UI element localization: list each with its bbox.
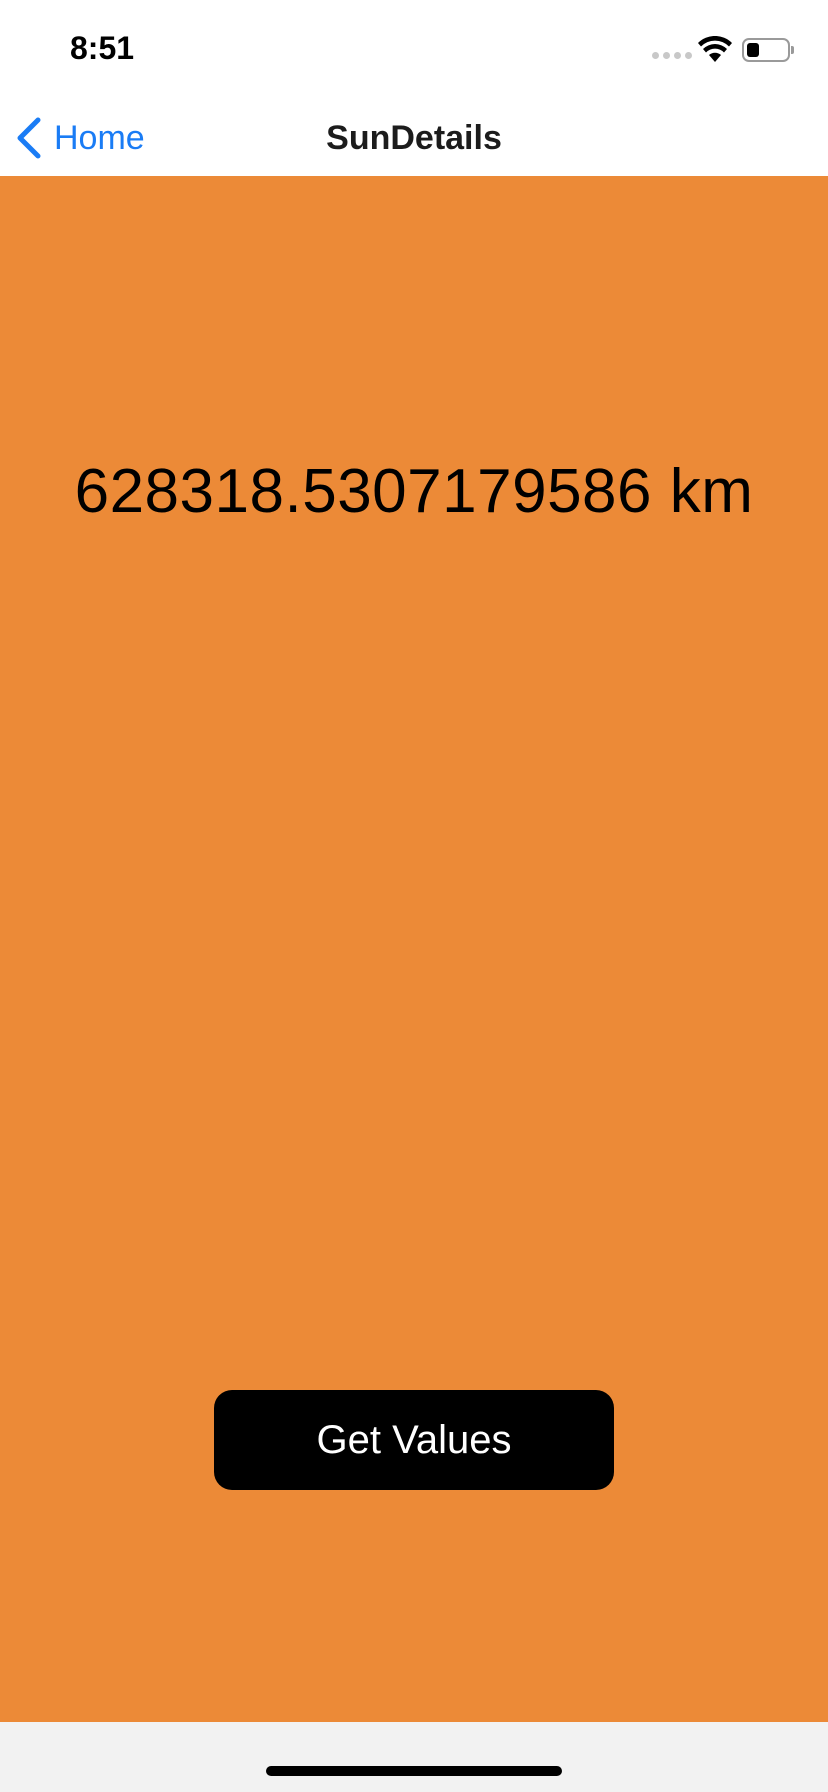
get-values-button[interactable]: Get Values bbox=[214, 1390, 614, 1490]
navigation-bar: SunDetails Home bbox=[0, 100, 828, 176]
bottom-safe-area bbox=[0, 1722, 828, 1792]
battery-level bbox=[747, 43, 759, 57]
home-indicator[interactable] bbox=[266, 1766, 562, 1776]
battery-cap bbox=[791, 46, 794, 54]
cellular-signal-icon bbox=[652, 52, 692, 59]
back-button[interactable]: Home bbox=[14, 108, 145, 168]
status-time: 8:51 bbox=[70, 30, 135, 66]
wifi-icon bbox=[698, 36, 732, 62]
status-bar: 8:51 bbox=[0, 0, 828, 100]
sun-details-content: 628318.5307179586 km Get Values bbox=[0, 176, 828, 1722]
chevron-left-icon bbox=[17, 117, 41, 159]
battery-icon bbox=[742, 38, 790, 62]
distance-value: 628318.5307179586 km bbox=[74, 457, 754, 526]
back-button-label: Home bbox=[54, 118, 145, 157]
